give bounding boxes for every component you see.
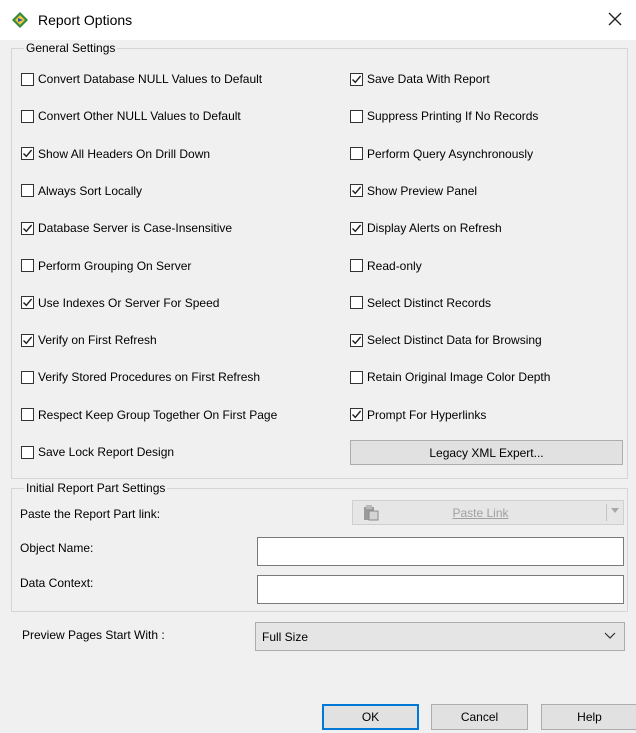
checkbox-label: Save Data With Report: [367, 72, 490, 86]
checkbox-label: Convert Other NULL Values to Default: [38, 109, 241, 124]
checkbox-unchecked-icon[interactable]: [21, 445, 34, 459]
checkbox-unchecked-icon[interactable]: [21, 259, 34, 272]
checkbox-checked-icon[interactable]: [21, 221, 34, 235]
checkbox-label: Convert Database NULL Values to Default: [38, 72, 263, 86]
data-context-input[interactable]: [257, 575, 624, 604]
window-title: Report Options: [38, 12, 133, 28]
checkbox-label: Display Alerts on Refresh: [367, 221, 502, 236]
ok-button[interactable]: OK: [322, 704, 419, 730]
checkbox-label: Select Distinct Records: [367, 295, 492, 310]
checkbox-show-all-headers-on-drill-down[interactable]: Show All Headers On Drill Down: [21, 146, 210, 162]
general-settings-legend: General Settings: [24, 41, 118, 55]
checkbox-retain-original-image-color-depth[interactable]: Retain Original Image Color Depth: [350, 369, 550, 385]
checkbox-label: Suppress Printing If No Records: [367, 109, 539, 124]
checkbox-select-distinct-records[interactable]: Select Distinct Records: [350, 295, 491, 311]
checkbox-label: Database Server is Case-Insensitive: [38, 221, 233, 236]
checkbox-unchecked-icon[interactable]: [21, 408, 34, 422]
checkbox-label: Perform Query Asynchronously: [367, 146, 534, 161]
checkbox-unchecked-icon[interactable]: [21, 370, 34, 384]
paste-link-button-label: Paste Link: [452, 506, 509, 520]
checkbox-suppress-printing-if-no-records[interactable]: Suppress Printing If No Records: [350, 108, 538, 124]
preview-pages-select[interactable]: Full Size: [255, 622, 625, 651]
checkbox-unchecked-icon[interactable]: [21, 109, 34, 123]
checkbox-label: Perform Grouping On Server: [38, 258, 192, 273]
checkbox-perform-query-asynchronously[interactable]: Perform Query Asynchronously: [350, 146, 533, 162]
checkbox-respect-keep-group-together-on-first-page[interactable]: Respect Keep Group Together On First Pag…: [21, 407, 277, 423]
title-bar: Report Options: [0, 0, 636, 40]
help-button[interactable]: Help: [541, 704, 636, 730]
close-icon[interactable]: [604, 8, 626, 30]
checkbox-unchecked-icon[interactable]: [350, 109, 363, 123]
checkbox-verify-on-first-refresh[interactable]: Verify on First Refresh: [21, 332, 157, 348]
preview-pages-label: Preview Pages Start With :: [22, 628, 165, 642]
checkbox-read-only[interactable]: Read-only: [350, 258, 422, 274]
checkbox-label: Read-only: [367, 258, 422, 273]
checkbox-unchecked-icon[interactable]: [21, 184, 34, 198]
preview-pages-value: Full Size: [262, 630, 309, 644]
checkbox-convert-database-null-values-to-default[interactable]: Convert Database NULL Values to Default: [21, 71, 262, 87]
checkbox-verify-stored-procedures-on-first-refresh[interactable]: Verify Stored Procedures on First Refres…: [21, 369, 260, 385]
cancel-button[interactable]: Cancel: [431, 704, 528, 730]
checkbox-checked-icon[interactable]: [350, 72, 363, 86]
checkbox-checked-icon[interactable]: [21, 147, 34, 161]
checkbox-database-server-is-case-insensitive[interactable]: Database Server is Case-Insensitive: [21, 220, 232, 236]
checkbox-unchecked-icon[interactable]: [350, 259, 363, 272]
legacy-xml-expert-button[interactable]: Legacy XML Expert...: [350, 440, 623, 465]
checkbox-label: Always Sort Locally: [38, 183, 143, 198]
object-name-label: Object Name:: [20, 541, 94, 555]
checkbox-unchecked-icon[interactable]: [21, 72, 34, 86]
checkbox-unchecked-icon[interactable]: [350, 370, 363, 384]
checkbox-checked-icon[interactable]: [350, 184, 363, 198]
checkbox-label: Verify Stored Procedures on First Refres…: [38, 370, 261, 385]
checkbox-label: Show Preview Panel: [367, 183, 478, 198]
paste-dropdown-arrow-icon: [611, 508, 619, 513]
checkbox-show-preview-panel[interactable]: Show Preview Panel: [350, 183, 477, 199]
checkbox-label: Save Lock Report Design: [38, 445, 175, 459]
paste-link-separator: [606, 504, 607, 521]
checkbox-convert-other-null-values-to-default[interactable]: Convert Other NULL Values to Default: [21, 108, 241, 124]
checkbox-save-lock-report-design[interactable]: Save Lock Report Design: [21, 444, 174, 460]
checkbox-unchecked-icon[interactable]: [350, 296, 363, 310]
checkbox-display-alerts-on-refresh[interactable]: Display Alerts on Refresh: [350, 220, 502, 236]
checkbox-checked-icon[interactable]: [350, 408, 363, 422]
checkbox-label: Use Indexes Or Server For Speed: [38, 295, 220, 310]
checkbox-label: Prompt For Hyperlinks: [367, 407, 487, 422]
checkbox-use-indexes-or-server-for-speed[interactable]: Use Indexes Or Server For Speed: [21, 295, 219, 311]
data-context-label: Data Context:: [20, 576, 94, 590]
checkbox-save-data-with-report[interactable]: Save Data With Report: [350, 71, 490, 87]
object-name-input[interactable]: [257, 537, 624, 566]
checkbox-label: Select Distinct Data for Browsing: [367, 333, 542, 348]
checkbox-checked-icon[interactable]: [21, 296, 34, 310]
chevron-down-icon: [604, 632, 616, 639]
paste-link-label: Paste the Report Part link:: [20, 507, 161, 521]
checkbox-label: Show All Headers On Drill Down: [38, 146, 211, 161]
checkbox-checked-icon[interactable]: [21, 333, 34, 347]
checkbox-checked-icon[interactable]: [350, 333, 363, 347]
checkbox-label: Verify on First Refresh: [38, 333, 157, 348]
checkbox-perform-grouping-on-server[interactable]: Perform Grouping On Server: [21, 258, 191, 274]
checkbox-checked-icon[interactable]: [350, 221, 363, 235]
paste-link-button: Paste Link: [352, 500, 624, 525]
checkbox-select-distinct-data-for-browsing[interactable]: Select Distinct Data for Browsing: [350, 332, 542, 348]
checkbox-label: Respect Keep Group Together On First Pag…: [38, 407, 278, 422]
report-app-icon: [12, 12, 28, 28]
checkbox-prompt-for-hyperlinks[interactable]: Prompt For Hyperlinks: [350, 407, 486, 423]
checkbox-unchecked-icon[interactable]: [350, 147, 363, 161]
checkbox-always-sort-locally[interactable]: Always Sort Locally: [21, 183, 142, 199]
checkbox-label: Retain Original Image Color Depth: [367, 370, 551, 385]
report-part-settings-legend: Initial Report Part Settings: [24, 481, 168, 495]
